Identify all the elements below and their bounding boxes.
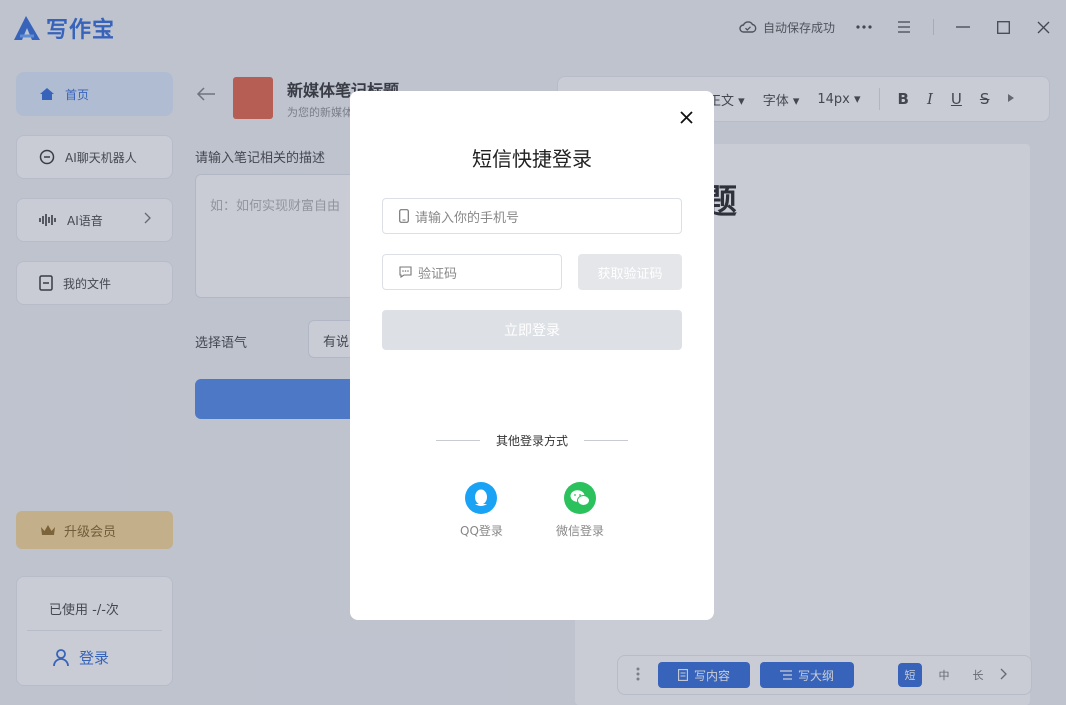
qq-login-button[interactable]: QQ登录 xyxy=(460,482,503,539)
wechat-icon xyxy=(564,482,596,514)
get-code-label: 获取验证码 xyxy=(597,266,663,282)
phone-input[interactable]: 请输入你的手机号 xyxy=(382,198,682,234)
phone-placeholder: 请输入你的手机号 xyxy=(415,210,520,226)
divider-line xyxy=(436,440,480,441)
message-icon xyxy=(399,266,412,278)
submit-label: 立即登录 xyxy=(504,323,560,339)
wechat-login-button[interactable]: 微信登录 xyxy=(556,482,604,539)
wechat-login-label: 微信登录 xyxy=(556,524,605,538)
close-icon[interactable] xyxy=(676,107,696,127)
qq-login-label: QQ登录 xyxy=(460,524,503,538)
dialog-title: 短信快捷登录 xyxy=(472,147,592,171)
divider-line xyxy=(584,440,629,441)
verification-code-input[interactable]: 验证码 xyxy=(382,254,562,290)
get-code-button[interactable]: 获取验证码 xyxy=(578,254,682,290)
phone-icon xyxy=(399,209,409,223)
other-login-text: 其他登录方式 xyxy=(496,434,569,448)
qq-icon xyxy=(465,482,498,514)
login-submit-button[interactable]: 立即登录 xyxy=(382,310,682,350)
code-placeholder: 验证码 xyxy=(418,266,458,282)
sms-login-dialog: 短信快捷登录 请输入你的手机号 验证码 获取验证码 立即登录 其他登录方式 QQ… xyxy=(350,91,714,620)
other-login-divider: 其他登录方式 xyxy=(436,432,629,449)
